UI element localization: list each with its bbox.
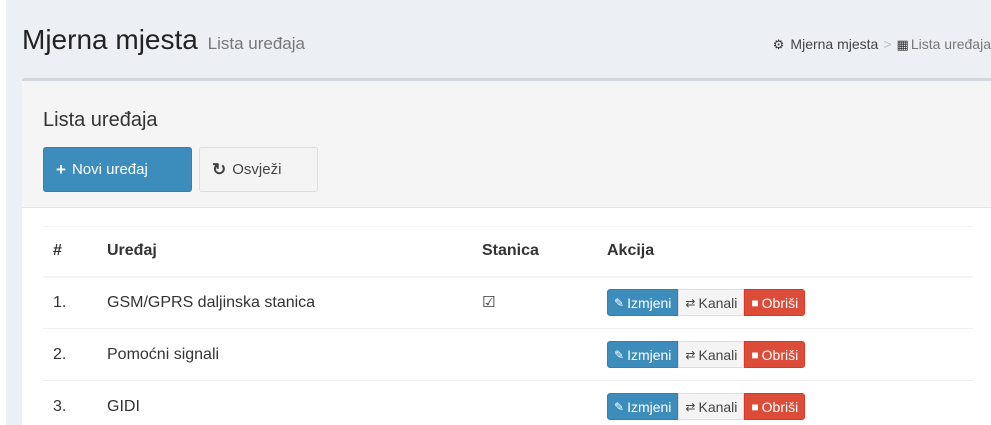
row-number: 3. bbox=[43, 380, 97, 425]
content-header: Mjerna mjesta Lista uređaja ⚙ Mjerna mjes… bbox=[22, 14, 991, 64]
edit-button[interactable]: ✎ Izmjeni bbox=[607, 393, 679, 421]
channels-label: Kanali bbox=[698, 398, 738, 415]
table-header-row: # Uređaj Stanica Akcija bbox=[43, 226, 973, 278]
pencil-icon: ✎ bbox=[614, 347, 625, 362]
table-row: 3. GIDI ✎ Izmjeni ⇄ Kanali ■ Obriši bbox=[43, 380, 973, 425]
breadcrumb-home-link[interactable]: Mjerna mjesta bbox=[790, 36, 878, 52]
device-list-box: Lista uređaja + Novi uređaj ↻ Osvježi # … bbox=[22, 78, 991, 425]
column-header-action: Akcija bbox=[597, 226, 973, 278]
edit-label: Izmjeni bbox=[627, 346, 672, 363]
chip-icon: ▦ bbox=[896, 37, 909, 52]
channels-button[interactable]: ⇄ Kanali bbox=[678, 393, 745, 421]
table-row: 2. Pomoćni signali ✎ Izmjeni ⇄ Kanali ■ Obr… bbox=[43, 328, 973, 381]
delete-button[interactable]: ■ Obriši bbox=[744, 393, 806, 421]
delete-label: Obriši bbox=[761, 398, 799, 415]
breadcrumb-separator: > bbox=[883, 36, 892, 52]
pencil-icon: ✎ bbox=[614, 399, 625, 414]
new-device-label: Novi uređaj bbox=[71, 161, 148, 178]
random-icon: ⇄ bbox=[685, 347, 696, 362]
checked-box-icon: ☑ bbox=[482, 294, 496, 312]
channels-label: Kanali bbox=[698, 346, 738, 363]
row-actions: ✎ Izmjeni ⇄ Kanali ■ Obriši bbox=[597, 276, 973, 329]
breadcrumb-current: Lista uređaja bbox=[910, 36, 991, 52]
channels-label: Kanali bbox=[698, 294, 738, 311]
row-device-name: Pomoćni signali bbox=[97, 328, 472, 381]
trash-icon: ■ bbox=[751, 399, 759, 414]
delete-button[interactable]: ■ Obriši bbox=[744, 341, 806, 368]
row-number: 1. bbox=[43, 276, 97, 329]
table-row: 1. GSM/GPRS daljinska stanica ☑ ✎ Izmjeni… bbox=[43, 276, 973, 329]
page-subtitle: Lista uređaja bbox=[207, 34, 305, 53]
column-header-number: # bbox=[43, 226, 97, 278]
refresh-icon: ↻ bbox=[212, 159, 227, 179]
dashboard-icon: ⚙ bbox=[772, 37, 785, 52]
edit-button[interactable]: ✎ Izmjeni bbox=[607, 341, 679, 368]
row-station-cell bbox=[472, 328, 597, 381]
column-header-station: Stanica bbox=[472, 226, 597, 278]
delete-button[interactable]: ■ Obriši bbox=[744, 289, 806, 317]
row-device-name: GIDI bbox=[97, 380, 472, 425]
refresh-label: Osvježi bbox=[232, 161, 282, 178]
left-edge bbox=[0, 0, 6, 425]
column-header-device: Uređaj bbox=[97, 226, 472, 278]
random-icon: ⇄ bbox=[685, 295, 696, 310]
row-device-name: GSM/GPRS daljinska stanica bbox=[97, 276, 472, 329]
row-actions: ✎ Izmjeni ⇄ Kanali ■ Obriši bbox=[597, 380, 973, 425]
row-station-cell: ☑ bbox=[472, 276, 597, 329]
pencil-icon: ✎ bbox=[614, 295, 625, 310]
box-title: Lista uređaja bbox=[43, 109, 158, 131]
box-header: Lista uređaja + Novi uređaj ↻ Osvježi bbox=[22, 81, 991, 208]
trash-icon: ■ bbox=[751, 347, 759, 362]
row-station-cell bbox=[472, 380, 597, 425]
new-device-button[interactable]: + Novi uređaj bbox=[43, 147, 192, 192]
plus-icon: + bbox=[56, 159, 66, 179]
delete-label: Obriši bbox=[761, 294, 799, 311]
page-title-text: Mjerna mjesta bbox=[22, 24, 198, 55]
breadcrumb: ⚙ Mjerna mjesta > ▦ Lista uređaja bbox=[773, 36, 991, 53]
edit-button[interactable]: ✎ Izmjeni bbox=[607, 289, 679, 317]
edit-label: Izmjeni bbox=[627, 294, 672, 311]
channels-button[interactable]: ⇄ Kanali bbox=[678, 289, 745, 317]
edit-label: Izmjeni bbox=[627, 398, 672, 415]
delete-label: Obriši bbox=[761, 346, 799, 363]
page-title: Mjerna mjesta Lista uređaja bbox=[22, 24, 305, 56]
refresh-button[interactable]: ↻ Osvježi bbox=[199, 147, 318, 192]
row-number: 2. bbox=[43, 328, 97, 381]
trash-icon: ■ bbox=[751, 295, 759, 310]
row-actions: ✎ Izmjeni ⇄ Kanali ■ Obriši bbox=[597, 328, 973, 381]
device-table: # Uređaj Stanica Akcija 1. GSM/GPRS dalj… bbox=[43, 226, 973, 425]
channels-button[interactable]: ⇄ Kanali bbox=[678, 341, 745, 368]
random-icon: ⇄ bbox=[685, 399, 696, 414]
